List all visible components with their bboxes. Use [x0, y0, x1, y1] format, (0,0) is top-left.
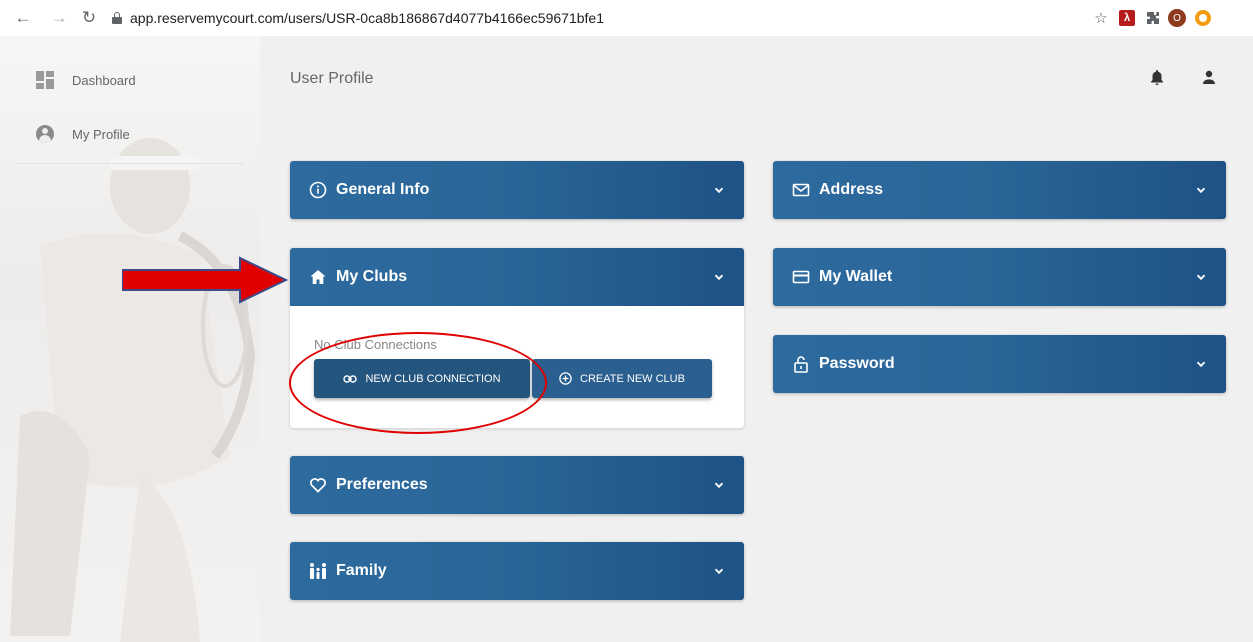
address-bar[interactable]: app.reservemycourt.com/users/USR-0ca8b18…: [112, 6, 1212, 30]
sidebar-item-label: Dashboard: [72, 72, 136, 88]
orange-extension-icon[interactable]: [1193, 8, 1213, 28]
create-new-club-button[interactable]: CREATE NEW CLUB: [532, 359, 712, 398]
bookmark-star-icon[interactable]: ☆: [1091, 8, 1111, 28]
panel-title: Preferences: [336, 476, 428, 493]
address-panel-header[interactable]: Address: [773, 161, 1226, 219]
chevron-down-icon: [1196, 361, 1206, 368]
dashboard-icon: [36, 71, 54, 89]
panel-title: My Wallet: [819, 268, 893, 285]
family-icon: [308, 561, 328, 581]
forward-arrow-icon[interactable]: →: [49, 8, 69, 28]
panel-title: Password: [819, 355, 895, 372]
sidebar: Dashboard My Profile: [0, 36, 260, 642]
user-account-icon[interactable]: [1201, 68, 1217, 86]
password-panel-header[interactable]: Password: [773, 335, 1226, 393]
unlock-icon: [791, 354, 811, 374]
heart-icon: [308, 475, 328, 495]
panel-title: Address: [819, 181, 884, 198]
sidebar-item-dashboard[interactable]: Dashboard: [36, 68, 136, 92]
panel-title: My Clubs: [336, 268, 408, 285]
plus-circle-icon: [559, 372, 572, 385]
lock-icon: [112, 12, 122, 24]
sidebar-item-my-profile[interactable]: My Profile: [36, 122, 130, 146]
chevron-down-icon: [714, 187, 724, 194]
home-icon: [308, 267, 328, 287]
chevron-down-icon: [714, 568, 724, 575]
my-clubs-panel-header[interactable]: My Clubs: [290, 248, 744, 306]
extensions-puzzle-icon[interactable]: [1143, 8, 1163, 28]
url-text[interactable]: app.reservemycourt.com/users/USR-0ca8b18…: [130, 10, 604, 26]
panel-title: Family: [336, 562, 387, 579]
family-panel-header[interactable]: Family: [290, 542, 744, 600]
chevron-down-icon: [1196, 187, 1206, 194]
chevron-down-icon: [714, 274, 724, 281]
button-label: CREATE NEW CLUB: [580, 372, 685, 385]
general-info-panel-header[interactable]: General Info: [290, 161, 744, 219]
my-wallet-panel-header[interactable]: My Wallet: [773, 248, 1226, 306]
pdf-extension-icon[interactable]: λ: [1117, 8, 1137, 28]
notification-bell-icon[interactable]: [1149, 68, 1165, 86]
sidebar-divider: [16, 163, 244, 164]
profile-avatar[interactable]: O: [1167, 8, 1187, 28]
annotation-ellipse: [289, 332, 547, 434]
page-title: User Profile: [290, 70, 374, 87]
panel-title: General Info: [336, 181, 430, 198]
annotation-arrow: [122, 256, 288, 304]
preferences-panel-header[interactable]: Preferences: [290, 456, 744, 514]
info-circle-icon: [308, 180, 328, 200]
account-circle-icon: [36, 125, 54, 143]
browser-toolbar: ← → ↻ app.reservemycourt.com/users/USR-0…: [0, 0, 1253, 36]
sidebar-item-label: My Profile: [72, 126, 130, 142]
chevron-down-icon: [714, 482, 724, 489]
credit-card-icon: [791, 267, 811, 287]
back-arrow-icon[interactable]: ←: [13, 8, 33, 28]
reload-icon[interactable]: ↻: [79, 8, 99, 28]
chevron-down-icon: [1196, 274, 1206, 281]
envelope-icon: [791, 180, 811, 200]
